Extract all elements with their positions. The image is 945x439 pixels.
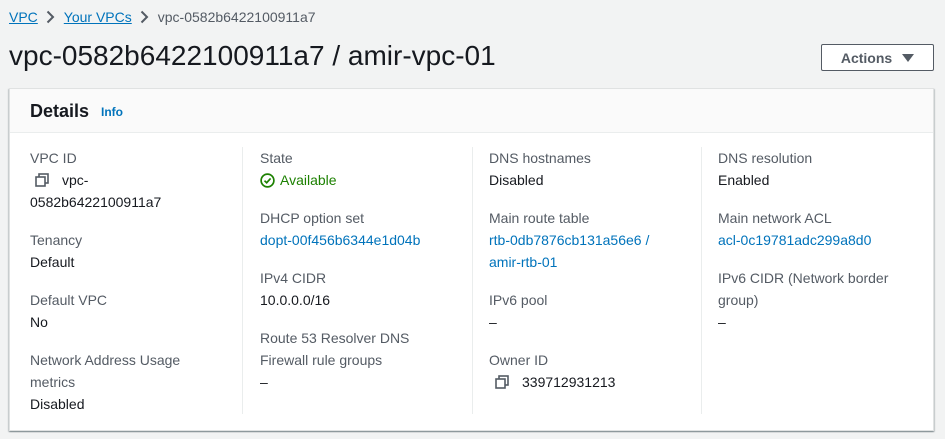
- dns-hostnames-label: DNS hostnames: [489, 150, 591, 166]
- owner-id-label: Owner ID: [489, 352, 549, 368]
- dhcp-label: DHCP option set: [260, 210, 365, 226]
- nau-label-line2: metrics: [30, 374, 76, 390]
- ipv6-cidr-label-line1: IPv6 CIDR (Network border: [718, 270, 889, 286]
- tenancy-label: Tenancy: [30, 232, 83, 248]
- vpc-id-row: vpc-: [30, 169, 250, 191]
- page-title: vpc-0582b6422100911a7 / amir-vpc-01: [9, 40, 496, 71]
- r53-label-line2: Firewall rule groups: [260, 352, 383, 368]
- main-rt-label: Main route table: [489, 210, 590, 226]
- state-label: State: [260, 150, 293, 166]
- dns-resolution-label: DNS resolution: [718, 150, 813, 166]
- default-vpc-label: Default VPC: [30, 292, 108, 308]
- breadcrumb: VPC Your VPCs vpc-0582b6422100911a7: [9, 7, 316, 27]
- details-panel: Details Info VPC ID vpc- 0582b6422100911…: [9, 88, 934, 431]
- tenancy-value: Default: [30, 254, 75, 270]
- copy-icon[interactable]: [494, 371, 510, 393]
- main-acl-link[interactable]: acl-0c19781adc299a8d0: [718, 229, 938, 251]
- caret-down-icon: [902, 53, 915, 62]
- dns-hostnames-value: Disabled: [489, 172, 544, 188]
- field-main-network-acl: Main network ACL acl-0c19781adc299a8d0: [718, 207, 938, 251]
- vpc-id-value-line2: 0582b6422100911a7: [30, 194, 162, 210]
- status-success-icon: [260, 172, 275, 188]
- field-dhcp: DHCP option set dopt-00f456b6344e1d04b: [260, 207, 480, 251]
- state-value: Available: [280, 172, 337, 188]
- breadcrumb-current: vpc-0582b6422100911a7: [157, 9, 316, 25]
- actions-button-label: Actions: [840, 49, 893, 66]
- field-dns-resolution: DNS resolution Enabled: [718, 147, 938, 191]
- nau-label-line1: Network Address Usage: [30, 352, 181, 368]
- ipv6-pool-value: –: [489, 314, 497, 330]
- field-main-route-table: Main route table rtb-0db7876cb131a56e6 /…: [489, 207, 709, 273]
- copy-icon[interactable]: [34, 169, 50, 191]
- owner-id-value: 339712931213: [522, 374, 616, 390]
- default-vpc-value: No: [30, 314, 48, 330]
- vpc-id-label: VPC ID: [30, 150, 77, 166]
- r53-label-line1: Route 53 Resolver DNS: [260, 330, 410, 346]
- info-link[interactable]: Info: [101, 104, 123, 120]
- main-acl-label: Main network ACL: [718, 210, 832, 226]
- field-vpc-id: VPC ID vpc- 0582b6422100911a7: [30, 147, 250, 213]
- actions-button[interactable]: Actions: [821, 44, 934, 71]
- field-default-vpc: Default VPC No: [30, 289, 250, 333]
- ipv6-cidr-value: –: [718, 314, 726, 330]
- chevron-right-icon: [132, 7, 158, 27]
- field-ipv4-cidr: IPv4 CIDR 10.0.0.0/16: [260, 267, 480, 311]
- breadcrumb-your-vpcs-link[interactable]: Your VPCs: [64, 7, 132, 27]
- details-title: Details: [30, 101, 90, 121]
- nau-value: Disabled: [30, 396, 85, 412]
- owner-id-row: 339712931213: [489, 371, 709, 393]
- r53-value: –: [260, 374, 268, 390]
- field-network-address-usage: Network Address Usage metrics Disabled: [30, 349, 250, 415]
- ipv6-cidr-label-line2: group): [718, 292, 759, 308]
- field-dns-hostnames: DNS hostnames Disabled: [489, 147, 709, 191]
- field-ipv6-cidr: IPv6 CIDR (Network border group) –: [718, 267, 938, 333]
- field-ipv6-pool: IPv6 pool –: [489, 289, 709, 333]
- main-rt-link-line2[interactable]: amir-rtb-01: [489, 251, 709, 273]
- column-divider: [701, 147, 702, 414]
- dhcp-link[interactable]: dopt-00f456b6344e1d04b: [260, 229, 480, 251]
- column-divider: [242, 147, 243, 414]
- field-owner-id: Owner ID 339712931213: [489, 349, 709, 393]
- breadcrumb-vpc-link[interactable]: VPC: [9, 7, 38, 27]
- ipv6-pool-label: IPv6 pool: [489, 292, 548, 308]
- chevron-right-icon: [38, 7, 64, 27]
- details-panel-header: Details Info: [10, 89, 933, 133]
- ipv4-label: IPv4 CIDR: [260, 270, 327, 286]
- main-rt-link-line1[interactable]: rtb-0db7876cb131a56e6 /: [489, 229, 709, 251]
- field-route53-resolver: Route 53 Resolver DNS Firewall rule grou…: [260, 327, 480, 393]
- vpc-id-value-line1: vpc-: [62, 172, 89, 188]
- field-tenancy: Tenancy Default: [30, 229, 250, 273]
- column-divider: [472, 147, 473, 414]
- ipv4-value: 10.0.0.0/16: [260, 292, 331, 308]
- field-state: State Available: [260, 147, 480, 191]
- dns-resolution-value: Enabled: [718, 172, 770, 188]
- state-value-row: Available: [260, 169, 480, 191]
